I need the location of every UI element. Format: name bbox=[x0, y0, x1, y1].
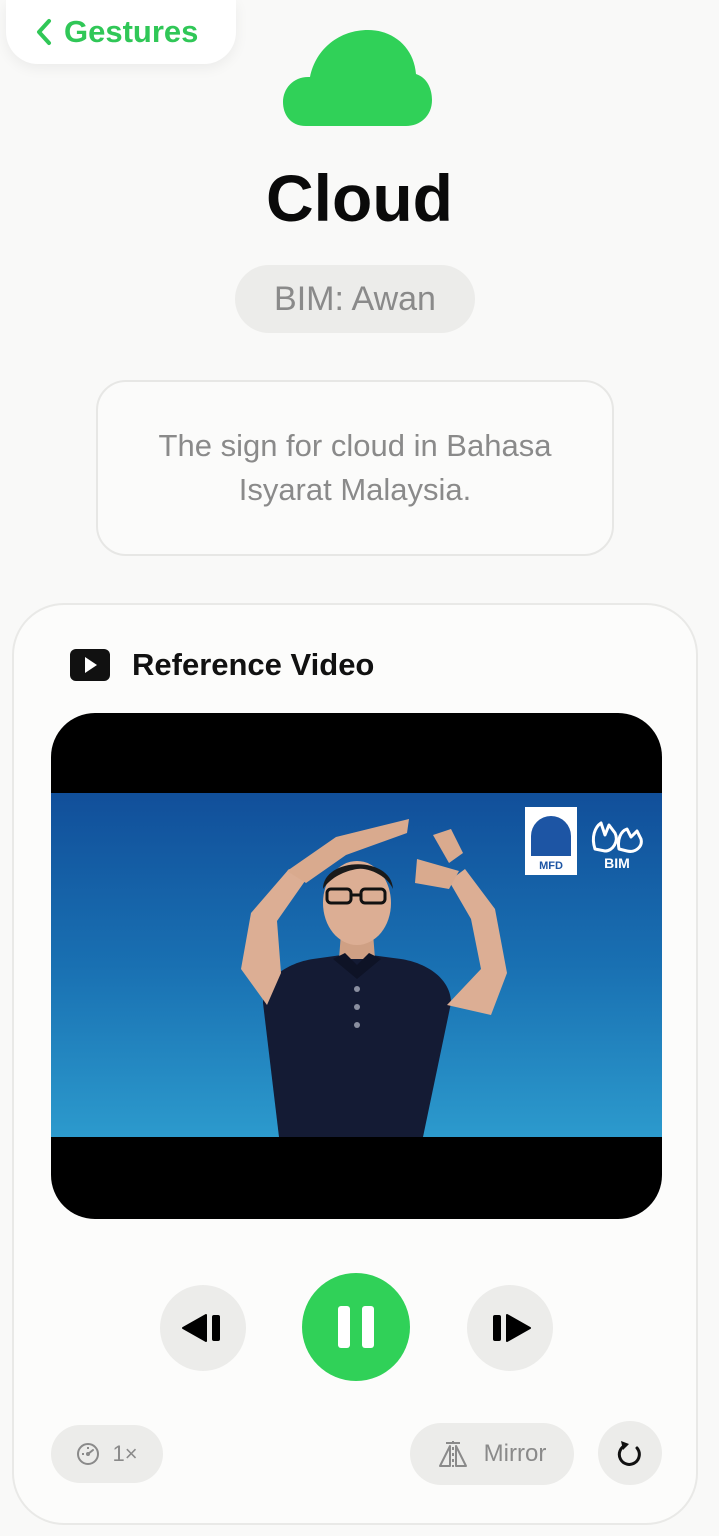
back-button[interactable]: Gestures bbox=[6, 0, 236, 64]
bim-logo-text: BIM bbox=[604, 855, 630, 871]
video-card-title: Reference Video bbox=[132, 647, 375, 682]
signing-hands-icon bbox=[591, 821, 643, 853]
bim-translation-badge: BIM: Awan bbox=[235, 265, 475, 333]
video-options-row: 1× Mirror bbox=[14, 1421, 696, 1487]
video-card-header: Reference Video bbox=[70, 645, 374, 685]
reference-video-card: Reference Video MFD BIM 1× Mirror bbox=[12, 603, 698, 1525]
step-back-button[interactable] bbox=[160, 1285, 246, 1371]
cloud-icon bbox=[282, 28, 432, 133]
video-frame: MFD BIM bbox=[51, 793, 662, 1137]
chevron-left-icon bbox=[37, 19, 51, 45]
step-forward-icon bbox=[493, 1314, 531, 1342]
play-pause-button[interactable] bbox=[302, 1273, 410, 1381]
mfd-logo: MFD bbox=[525, 807, 577, 875]
description-card: The sign for cloud in Bahasa Isyarat Mal… bbox=[96, 380, 614, 556]
step-forward-button[interactable] bbox=[467, 1285, 553, 1371]
play-rectangle-icon bbox=[70, 649, 110, 681]
mirror-button[interactable]: Mirror bbox=[410, 1423, 574, 1485]
speedometer-icon bbox=[77, 1443, 100, 1465]
playback-controls bbox=[14, 1273, 696, 1383]
sign-title: Cloud bbox=[266, 161, 453, 235]
bim-logo: BIM bbox=[586, 807, 648, 875]
pause-icon bbox=[338, 1306, 374, 1348]
replay-icon bbox=[617, 1441, 641, 1466]
sign-description: The sign for cloud in Bahasa Isyarat Mal… bbox=[158, 428, 552, 507]
mirror-icon bbox=[438, 1441, 467, 1467]
mirror-label: Mirror bbox=[483, 1440, 547, 1467]
mfd-logo-text: MFD bbox=[539, 860, 563, 872]
playback-speed-button[interactable]: 1× bbox=[51, 1425, 163, 1483]
playback-speed-label: 1× bbox=[112, 1441, 138, 1466]
video-player[interactable]: MFD BIM bbox=[51, 713, 662, 1219]
replay-button[interactable] bbox=[598, 1421, 662, 1485]
back-button-label: Gestures bbox=[64, 14, 199, 49]
step-back-icon bbox=[182, 1314, 220, 1342]
